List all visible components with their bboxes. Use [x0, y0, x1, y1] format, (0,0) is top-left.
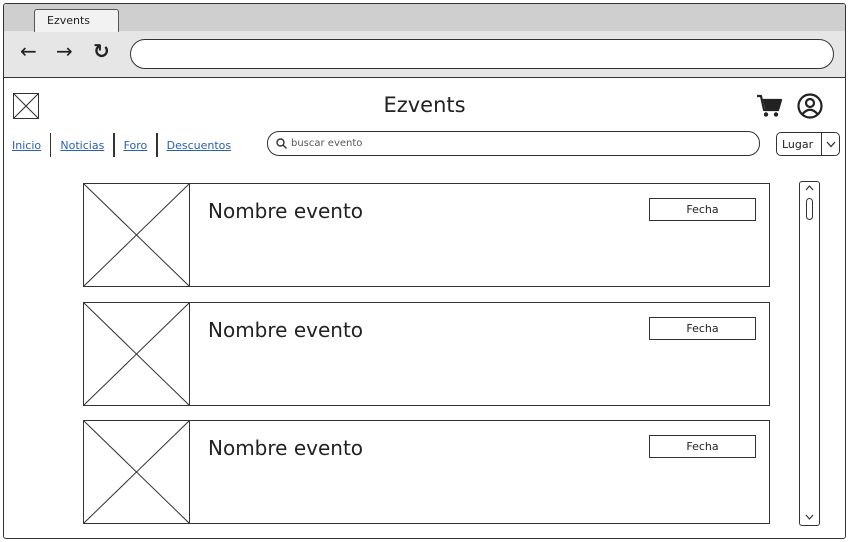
user-account-icon[interactable]	[796, 92, 824, 120]
scrollbar[interactable]	[799, 181, 820, 526]
event-name: Nombre evento	[208, 436, 364, 460]
cart-icon[interactable]	[756, 94, 784, 118]
location-select[interactable]: Lugar	[776, 132, 840, 156]
location-select-value: Lugar	[782, 137, 814, 151]
event-image-placeholder	[84, 303, 190, 405]
event-image-placeholder	[84, 184, 190, 286]
nav-link-descuentos[interactable]: Descuentos	[167, 139, 232, 152]
nav-link-foro[interactable]: Foro	[124, 139, 148, 152]
chevron-down-icon	[826, 141, 835, 147]
nav-divider	[156, 133, 158, 157]
dropdown-button[interactable]	[821, 133, 839, 155]
browser-chrome: Ezvents ← → ↻	[4, 4, 845, 78]
event-name: Nombre evento	[208, 318, 364, 342]
search-bar	[267, 131, 760, 156]
chevron-down-icon[interactable]	[804, 511, 815, 522]
event-date: Fecha	[649, 198, 756, 221]
event-card[interactable]: Nombre evento Fecha	[83, 302, 770, 406]
scrollbar-thumb[interactable]	[806, 198, 813, 220]
event-date: Fecha	[649, 435, 756, 458]
nav-divider	[50, 133, 52, 157]
nav-divider	[113, 133, 115, 157]
browser-tab[interactable]: Ezvents	[34, 9, 119, 32]
app-title: Ezvents	[383, 93, 466, 117]
browser-window: Ezvents ← → ↻ Ezvents Inicio Noticias Fo…	[3, 3, 846, 539]
event-image-placeholder	[84, 421, 190, 523]
chevron-up-icon[interactable]	[804, 183, 815, 194]
search-input[interactable]	[291, 138, 731, 149]
reload-icon[interactable]: ↻	[93, 41, 110, 61]
main-nav: Inicio Noticias Foro Descuentos	[12, 132, 231, 158]
back-arrow-icon[interactable]: ←	[20, 41, 37, 61]
forward-arrow-icon[interactable]: →	[56, 41, 73, 61]
event-card[interactable]: Nombre evento Fecha	[83, 183, 770, 287]
nav-link-noticias[interactable]: Noticias	[60, 139, 104, 152]
event-date: Fecha	[649, 317, 756, 340]
tab-strip: Ezvents	[4, 4, 845, 32]
nav-link-inicio[interactable]: Inicio	[12, 139, 41, 152]
event-name: Nombre evento	[208, 199, 364, 223]
address-bar[interactable]	[130, 39, 834, 69]
search-icon	[276, 138, 287, 149]
event-card[interactable]: Nombre evento Fecha	[83, 420, 770, 524]
